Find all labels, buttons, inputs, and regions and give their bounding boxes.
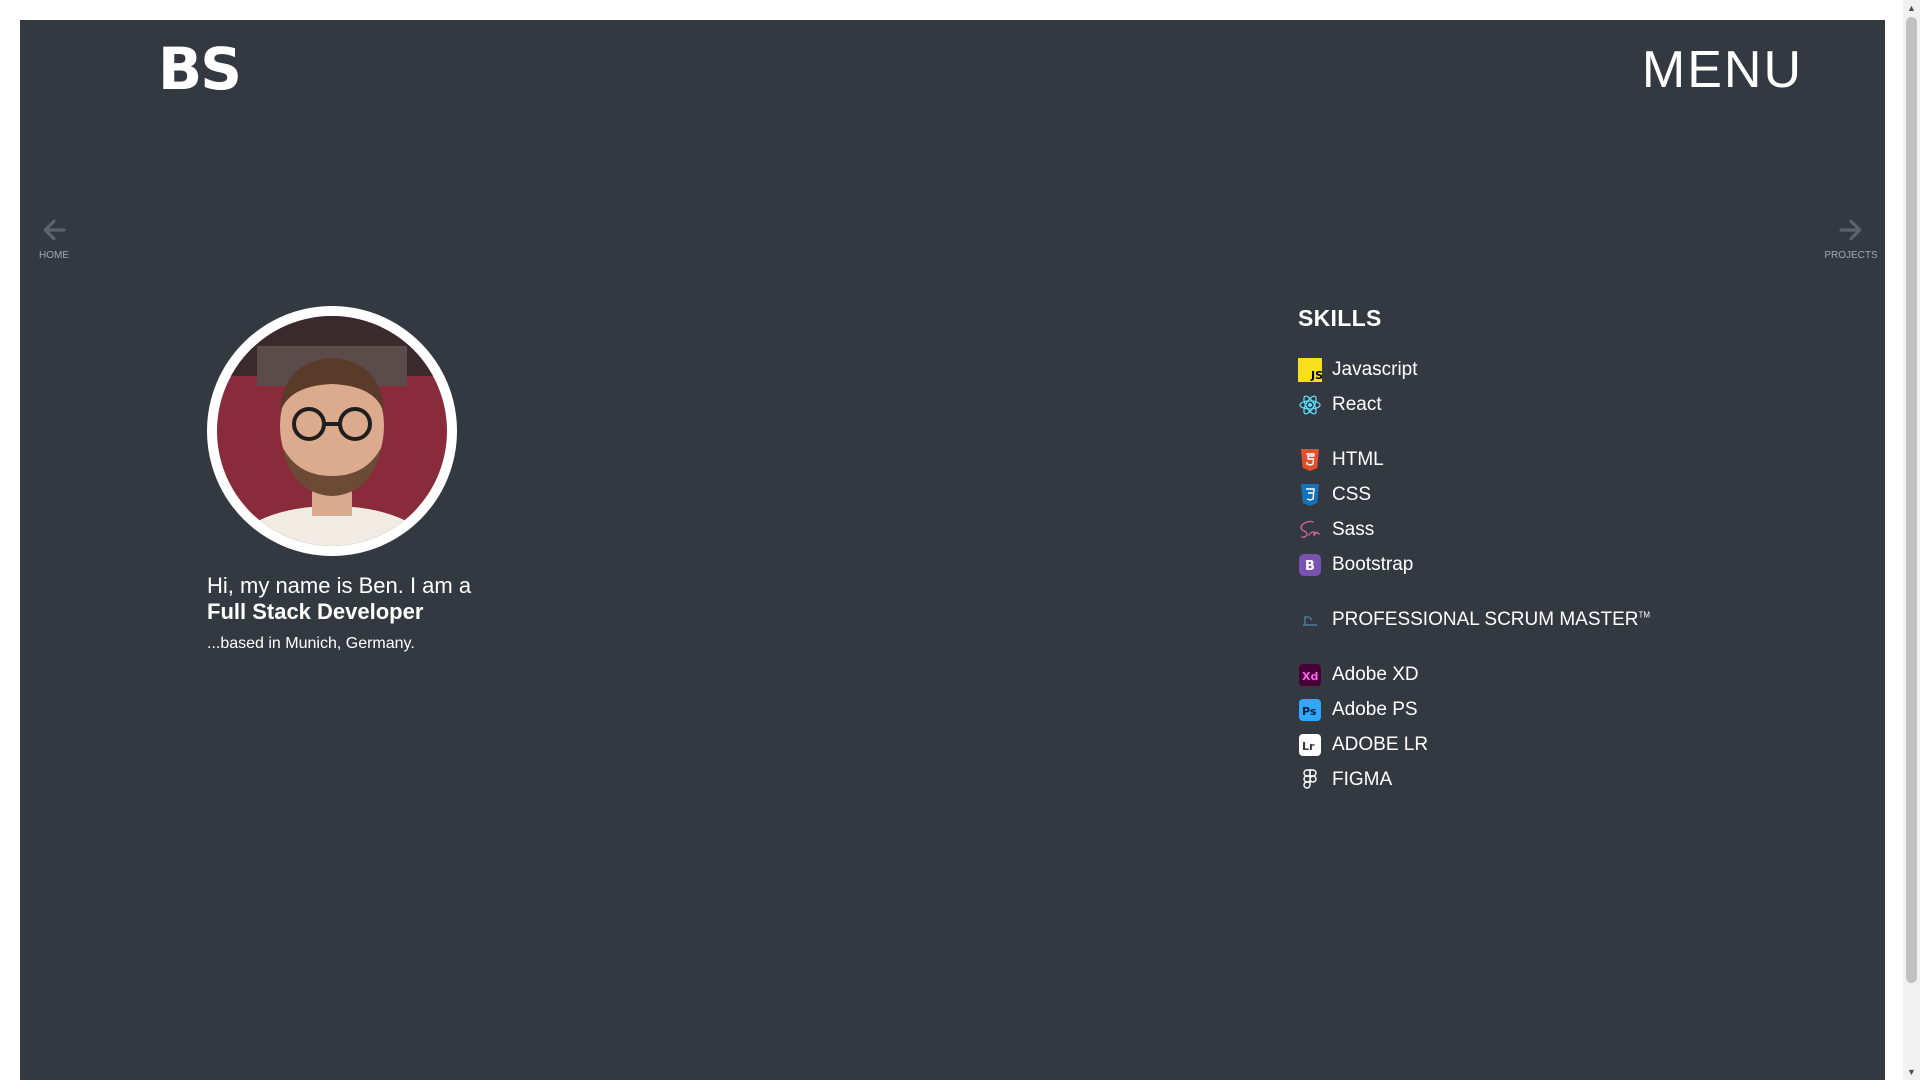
bs-logo[interactable]: BS [158, 40, 248, 98]
skill-adobe-xd: Xd Adobe XD [1298, 657, 1650, 692]
arrow-left-icon [43, 219, 66, 241]
skill-group: JS Javascript React [1298, 352, 1650, 422]
nav-prev-home[interactable]: HOME [24, 215, 84, 261]
skill-adobe-ps: Ps Adobe PS [1298, 692, 1650, 727]
skill-react: React [1298, 387, 1650, 422]
menu-button[interactable]: MENU [1642, 40, 1803, 100]
skill-label: React [1332, 393, 1382, 415]
skill-label: Adobe PS [1332, 698, 1418, 720]
adobe-xd-icon: Xd [1298, 663, 1322, 687]
intro-location: ...based in Munich, Germany. [207, 635, 415, 652]
skill-html: HTML [1298, 442, 1650, 477]
nav-next-label: PROJECTS [1824, 250, 1878, 261]
skills-title: SKILLS [1298, 305, 1382, 331]
adobe-ps-icon: Ps [1298, 698, 1322, 722]
profile-photo-icon [217, 316, 447, 546]
scrollbar-thumb[interactable] [1906, 17, 1917, 983]
figma-icon [1298, 768, 1322, 792]
skill-adobe-lr: Lr ADOBE LR [1298, 727, 1650, 762]
nav-next-projects[interactable]: PROJECTS [1821, 215, 1881, 261]
intro-role: Full Stack Developer [207, 599, 424, 624]
scrum-icon [1298, 608, 1322, 632]
skill-group: PROFESSIONAL SCRUM MASTERTM [1298, 602, 1650, 637]
skill-label: Adobe XD [1332, 663, 1419, 685]
skill-label: FIGMA [1332, 768, 1393, 790]
scroll-down-icon[interactable]: ▼ [1903, 1064, 1920, 1080]
intro-block: Hi, my name is Ben. I am a Full Stack De… [207, 573, 471, 653]
skill-sass: Sass [1298, 512, 1650, 547]
css3-icon [1298, 483, 1322, 507]
trademark-mark: TM [1638, 610, 1651, 620]
arrow-right-icon [1839, 219, 1862, 241]
svg-text:JS: JS [1310, 369, 1322, 382]
skill-figma: FIGMA [1298, 762, 1650, 797]
vertical-scrollbar[interactable]: ▲ ▼ [1903, 0, 1920, 1080]
profile-avatar [207, 306, 457, 556]
skill-bootstrap: B Bootstrap [1298, 547, 1650, 582]
nav-prev-label: HOME [39, 250, 69, 261]
skill-scrum-master: PROFESSIONAL SCRUM MASTERTM [1298, 602, 1650, 637]
svg-text:Xd: Xd [1302, 670, 1318, 683]
skill-label: PROFESSIONAL SCRUM MASTERTM [1332, 608, 1651, 630]
skill-label: HTML [1332, 448, 1384, 470]
sass-icon [1298, 518, 1322, 542]
page-frame: BS MENU HOME PROJECTS Hi, my name is Ben [20, 20, 1885, 1080]
scroll-up-icon[interactable]: ▲ [1903, 0, 1920, 16]
skill-group: HTML CSS Sass B Bootstrap [1298, 442, 1650, 582]
svg-text:Ps: Ps [1302, 705, 1317, 718]
skill-javascript: JS Javascript [1298, 352, 1650, 387]
svg-text:Lr: Lr [1302, 740, 1315, 753]
skill-group: Xd Adobe XD Ps Adobe PS Lr ADOBE LR FIGM… [1298, 657, 1650, 797]
skill-label: CSS [1332, 483, 1372, 505]
bootstrap-icon: B [1298, 553, 1322, 577]
skill-label: ADOBE LR [1332, 733, 1429, 755]
adobe-lr-icon: Lr [1298, 733, 1322, 757]
skill-label: Sass [1332, 518, 1375, 540]
svg-text:B: B [1305, 559, 1315, 574]
intro-greeting: Hi, my name is Ben. I am a [207, 573, 472, 598]
skills-section: SKILLS JS Javascript React HTML CSS Sass… [1298, 305, 1650, 817]
react-icon [1298, 393, 1322, 417]
skill-css: CSS [1298, 477, 1650, 512]
skill-label: Javascript [1332, 358, 1418, 380]
javascript-icon: JS [1298, 357, 1322, 382]
skill-label: Bootstrap [1332, 553, 1414, 575]
html5-icon [1298, 448, 1322, 472]
